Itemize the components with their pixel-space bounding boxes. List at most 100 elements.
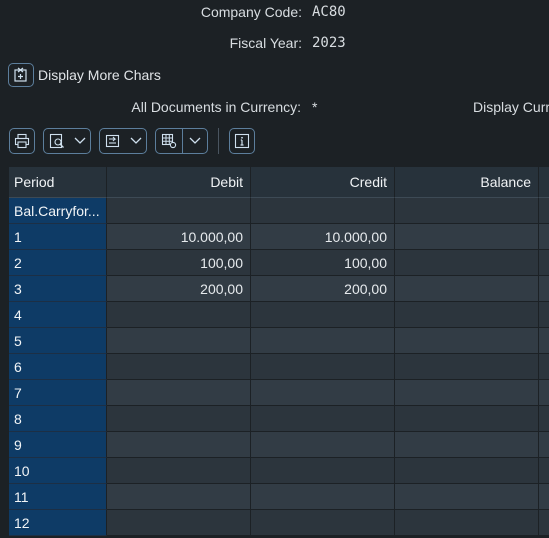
period-cell[interactable]: 6 (9, 354, 107, 380)
debit-cell[interactable]: 100,00 (107, 250, 251, 276)
period-cell[interactable]: 5 (9, 328, 107, 354)
credit-cell[interactable] (251, 354, 395, 380)
table-row[interactable]: 6 (9, 354, 549, 380)
balance-cell[interactable] (395, 302, 539, 328)
table-row[interactable]: 12 (9, 510, 549, 536)
table-header-row: Period Debit Credit Balance (9, 167, 549, 198)
debit-cell[interactable] (107, 406, 251, 432)
next-column-cell[interactable] (539, 302, 549, 328)
credit-cell[interactable] (251, 198, 395, 224)
credit-cell[interactable]: 10.000,00 (251, 224, 395, 250)
balance-cell[interactable] (395, 510, 539, 536)
next-column-cell[interactable] (539, 250, 549, 276)
balance-cell[interactable] (395, 250, 539, 276)
balance-cell[interactable] (395, 328, 539, 354)
toolbar-separator (218, 128, 219, 154)
column-header-debit[interactable]: Debit (107, 167, 251, 198)
next-column-cell[interactable] (539, 458, 549, 484)
next-column-cell[interactable] (539, 354, 549, 380)
column-header-credit[interactable]: Credit (251, 167, 395, 198)
balance-cell[interactable] (395, 432, 539, 458)
expand-chars-icon (8, 63, 34, 87)
debit-cell[interactable] (107, 302, 251, 328)
balance-cell[interactable] (395, 354, 539, 380)
fiscal-year-label: Fiscal Year: (229, 35, 302, 51)
chevron-down-icon (125, 129, 146, 153)
table-row[interactable]: 11 (9, 484, 549, 510)
table-row[interactable]: 3 200,00 200,00 (9, 276, 549, 302)
credit-cell[interactable] (251, 432, 395, 458)
table-row[interactable]: 1 10.000,00 10.000,00 (9, 224, 549, 250)
period-cell[interactable]: 10 (9, 458, 107, 484)
debit-cell[interactable] (107, 458, 251, 484)
period-cell[interactable]: 8 (9, 406, 107, 432)
display-more-chars-label: Display More Chars (38, 67, 161, 83)
period-cell[interactable]: 1 (9, 224, 107, 250)
column-header-balance[interactable]: Balance (395, 167, 539, 198)
next-column-cell[interactable] (539, 432, 549, 458)
debit-cell[interactable]: 10.000,00 (107, 224, 251, 250)
next-column-cell[interactable] (539, 380, 549, 406)
next-column-cell[interactable] (539, 198, 549, 224)
period-cell[interactable]: 7 (9, 380, 107, 406)
balance-cell[interactable] (395, 406, 539, 432)
credit-cell[interactable] (251, 380, 395, 406)
debit-cell[interactable] (107, 328, 251, 354)
info-button[interactable] (229, 128, 255, 154)
print-button[interactable] (9, 128, 35, 154)
next-column-cell[interactable] (539, 224, 549, 250)
period-cell[interactable]: 9 (9, 432, 107, 458)
table-row[interactable]: 5 (9, 328, 549, 354)
find-menu-button[interactable] (43, 128, 91, 154)
debit-cell[interactable] (107, 380, 251, 406)
debit-cell[interactable] (107, 432, 251, 458)
chevron-down-icon (69, 129, 90, 153)
table-row[interactable]: 7 (9, 380, 549, 406)
next-column-cell[interactable] (539, 510, 549, 536)
display-more-chars-button[interactable]: Display More Chars (8, 62, 161, 88)
next-column-cell[interactable] (539, 328, 549, 354)
table-row[interactable]: 8 (9, 406, 549, 432)
debit-cell[interactable] (107, 510, 251, 536)
export-menu-button[interactable] (99, 128, 147, 154)
all-documents-currency-label: All Documents in Currency: (131, 99, 301, 115)
credit-cell[interactable] (251, 510, 395, 536)
credit-cell[interactable] (251, 484, 395, 510)
balance-cell[interactable] (395, 198, 539, 224)
balance-cell[interactable] (395, 484, 539, 510)
credit-cell[interactable] (251, 406, 395, 432)
period-cell[interactable]: Bal.Carryfor... (9, 198, 107, 224)
balance-cell[interactable] (395, 276, 539, 302)
balance-cell[interactable] (395, 224, 539, 250)
next-column-cell[interactable] (539, 406, 549, 432)
period-cell[interactable]: 2 (9, 250, 107, 276)
credit-cell[interactable] (251, 328, 395, 354)
layout-menu-button[interactable] (155, 128, 208, 154)
alv-toolbar (9, 128, 255, 154)
chevron-down-icon (183, 129, 207, 153)
column-header-next[interactable] (539, 167, 549, 198)
table-row[interactable]: 10 (9, 458, 549, 484)
period-cell[interactable]: 11 (9, 484, 107, 510)
table-row[interactable]: 9 (9, 432, 549, 458)
table-row[interactable]: Bal.Carryfor... (9, 198, 549, 224)
credit-cell[interactable] (251, 302, 395, 328)
credit-cell[interactable]: 200,00 (251, 276, 395, 302)
company-code-label: Company Code: (200, 4, 302, 20)
debit-cell[interactable] (107, 484, 251, 510)
debit-cell[interactable] (107, 354, 251, 380)
period-cell[interactable]: 4 (9, 302, 107, 328)
debit-cell[interactable] (107, 198, 251, 224)
debit-cell[interactable]: 200,00 (107, 276, 251, 302)
next-column-cell[interactable] (539, 484, 549, 510)
balance-cell[interactable] (395, 380, 539, 406)
period-cell[interactable]: 3 (9, 276, 107, 302)
credit-cell[interactable]: 100,00 (251, 250, 395, 276)
credit-cell[interactable] (251, 458, 395, 484)
balance-cell[interactable] (395, 458, 539, 484)
next-column-cell[interactable] (539, 276, 549, 302)
period-cell[interactable]: 12 (9, 510, 107, 536)
table-row[interactable]: 2 100,00 100,00 (9, 250, 549, 276)
table-row[interactable]: 4 (9, 302, 549, 328)
column-header-period[interactable]: Period (9, 167, 107, 198)
